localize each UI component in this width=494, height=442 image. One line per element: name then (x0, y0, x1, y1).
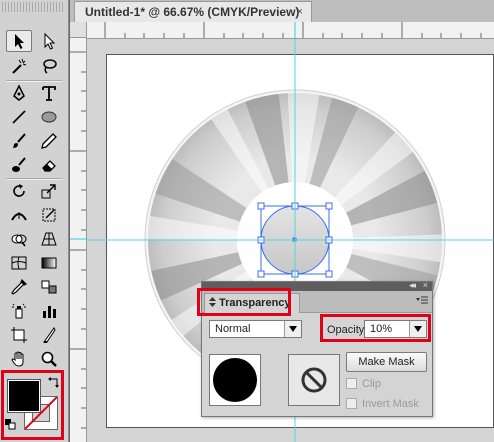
close-document-icon[interactable]: × (297, 6, 303, 18)
perspective-grid-tool-button[interactable] (36, 228, 62, 250)
free-transform-icon (42, 208, 56, 222)
ruler-origin[interactable] (70, 22, 87, 38)
transparency-tab[interactable]: Transparency (204, 293, 300, 313)
default-fill-stroke-icon[interactable] (4, 418, 16, 430)
gradient-icon (41, 257, 57, 269)
horizontal-ruler[interactable] (87, 22, 494, 39)
wand-icon (12, 58, 27, 74)
opacity-label: Opacity: (327, 324, 368, 336)
width-tool-button[interactable] (6, 204, 32, 226)
no-mask-icon (301, 367, 327, 393)
transparency-panel: ◂◂ × Transparency Normal Opacity: 10% Ma… (201, 280, 433, 417)
type-icon (42, 86, 56, 101)
document-tab[interactable]: Untitled-1* @ 66.67% (CMYK/Preview) × (74, 1, 312, 22)
panel-grip[interactable] (2, 2, 64, 12)
blend-mode-dropdown[interactable]: Normal (209, 320, 302, 338)
blob-brush-tool-button[interactable] (6, 154, 32, 176)
column-graph-tool-button[interactable] (36, 300, 62, 322)
swap-fill-stroke-icon[interactable] (48, 376, 60, 388)
width-icon (11, 212, 27, 221)
hand-tool-button[interactable] (6, 348, 32, 370)
scale-icon (41, 184, 56, 199)
selection-tool-button[interactable] (6, 30, 32, 52)
close-panel-icon[interactable]: × (423, 280, 428, 290)
eyedropper-tool-button[interactable] (6, 276, 32, 298)
eyedropper-icon (11, 278, 28, 295)
lasso-icon (43, 59, 57, 74)
gradient-tool-button[interactable] (36, 252, 62, 274)
artboard-icon (11, 327, 27, 343)
type-tool-button[interactable] (36, 82, 62, 104)
perspective-icon (41, 232, 57, 246)
line-icon (12, 110, 26, 124)
artboard-tool-button[interactable] (6, 324, 32, 346)
chevron-down-icon[interactable] (409, 321, 426, 337)
opacity-field[interactable]: 10% (364, 320, 427, 338)
invert-mask-label: Invert Mask (362, 398, 419, 410)
make-mask-button[interactable]: Make Mask (346, 352, 427, 372)
panel-options-toggle-icon[interactable] (209, 297, 216, 307)
blend-icon (41, 280, 57, 294)
rotate-tool-button[interactable] (6, 180, 32, 202)
slice-tool-button[interactable] (36, 324, 62, 346)
shape-builder-icon (11, 234, 27, 247)
hand-icon (11, 351, 24, 367)
object-preview (213, 358, 257, 402)
panel-tab-row: Transparency (202, 291, 432, 313)
vertical-ruler-ticks (70, 51, 86, 429)
invert-mask-checkbox[interactable] (346, 398, 357, 409)
object-thumbnail[interactable] (209, 354, 261, 406)
clip-checkbox[interactable] (346, 378, 357, 389)
mesh-icon (11, 256, 27, 270)
free-transform-tool-button[interactable] (36, 204, 62, 226)
panel-menu-icon[interactable] (416, 296, 428, 306)
pen-icon (13, 84, 25, 101)
opacity-mask-thumbnail[interactable] (288, 354, 340, 406)
blend-mode-value: Normal (215, 323, 251, 335)
direct-selection-tool-button[interactable] (36, 30, 62, 52)
collapse-panel-icon[interactable]: ◂◂ (409, 280, 416, 291)
eraser-icon (42, 160, 56, 172)
shape-builder-tool-button[interactable] (6, 228, 32, 250)
magic-wand-tool-button[interactable] (6, 55, 32, 77)
pencil-tool-button[interactable] (36, 130, 62, 152)
paintbrush-tool-button[interactable] (6, 130, 32, 152)
ellipse-icon (41, 111, 57, 123)
graph-icon (43, 306, 56, 318)
eraser-tool-button[interactable] (36, 154, 62, 176)
panel-titlebar[interactable]: ◂◂ × (202, 280, 432, 291)
brush-icon (13, 133, 26, 148)
fill-swatch[interactable] (7, 379, 41, 413)
opacity-value: 10% (370, 323, 393, 335)
line-segment-tool-button[interactable] (6, 106, 32, 128)
spray-icon (12, 303, 26, 319)
symbol-sprayer-tool-button[interactable] (6, 300, 32, 322)
pencil-icon (41, 133, 57, 149)
hollow-arrow-icon (44, 32, 56, 50)
lasso-tool-button[interactable] (36, 55, 62, 77)
horizontal-ruler-ticks (104, 22, 482, 38)
zoom-icon (41, 351, 57, 367)
clip-label: Clip (362, 378, 381, 390)
transparency-tab-label: Transparency (219, 297, 291, 309)
scale-tool-button[interactable] (36, 180, 62, 202)
blob-brush-icon (12, 157, 26, 172)
vertical-ruler[interactable] (70, 38, 87, 442)
document-tab-title: Untitled-1* @ 66.67% (CMYK/Preview) (85, 5, 300, 19)
rotate-icon (13, 184, 25, 197)
tools-panel (0, 0, 69, 442)
document-tab-bar: Untitled-1* @ 66.67% (CMYK/Preview) × (70, 0, 494, 22)
ellipse-tool-button[interactable] (36, 106, 62, 128)
chevron-down-icon (284, 321, 301, 337)
pen-tool-button[interactable] (6, 82, 32, 104)
mesh-tool-button[interactable] (6, 252, 32, 274)
zoom-tool-button[interactable] (36, 348, 62, 370)
arrow-icon (15, 34, 24, 49)
blend-tool-button[interactable] (36, 276, 62, 298)
slice-icon (43, 327, 56, 343)
